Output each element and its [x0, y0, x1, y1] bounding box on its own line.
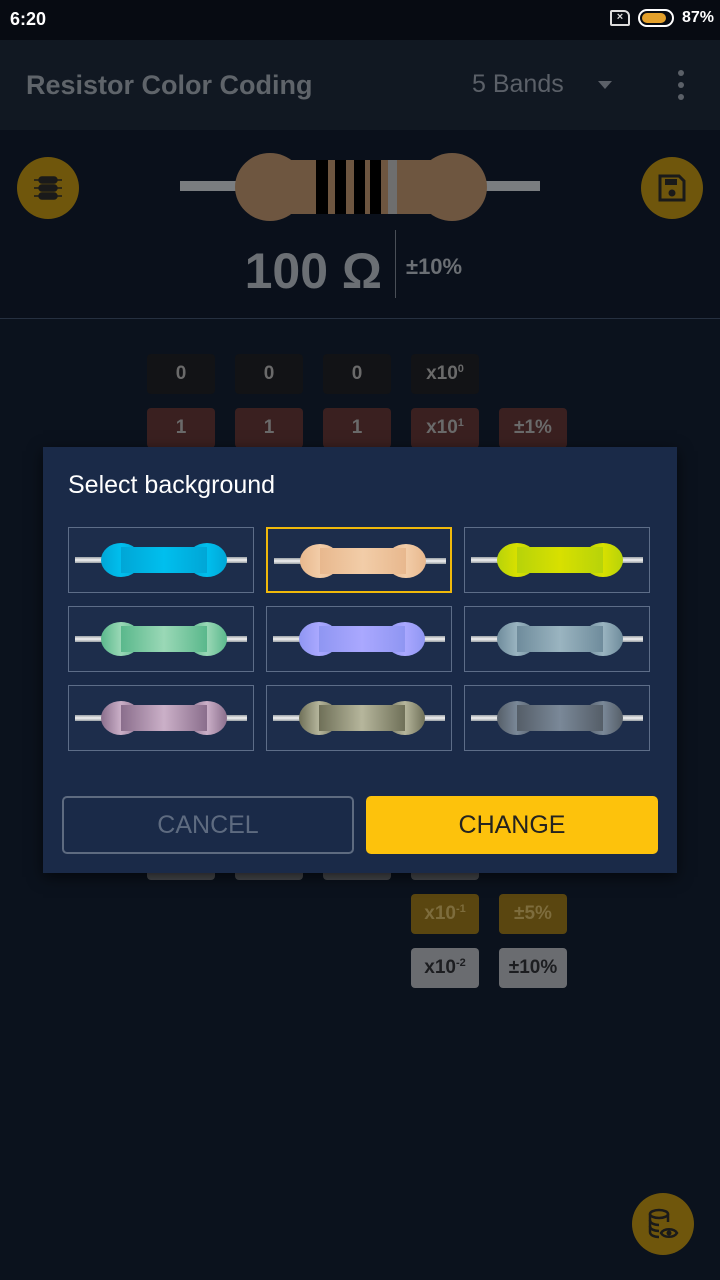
color-band-1 — [316, 160, 328, 214]
band1-chip-brown[interactable]: 1 — [147, 408, 215, 448]
tolerance-chip-gold[interactable]: ±5% — [499, 894, 567, 934]
resistance-value: 100 Ω — [244, 243, 382, 299]
saved-resistors-button[interactable] — [632, 1193, 694, 1255]
resistor-preview-icon — [75, 543, 247, 577]
background-option-steel-blue[interactable] — [464, 606, 650, 672]
multiplier-chip-gold[interactable]: x10 -1 — [411, 894, 479, 934]
battery-icon — [637, 9, 674, 27]
save-button[interactable] — [641, 157, 703, 219]
tolerance-value: ±10% — [406, 254, 463, 279]
save-icon — [658, 174, 686, 202]
value-divider — [395, 230, 396, 298]
status-bar: 6:20 × 87% — [0, 0, 720, 40]
resistor-graphic — [180, 153, 540, 221]
app-bar: Resistor Color Coding 5 Bands — [0, 40, 720, 130]
change-button[interactable]: CHANGE — [366, 796, 658, 854]
tolerance-chip-brown[interactable]: ±1% — [499, 408, 567, 448]
background-option-blue[interactable] — [68, 527, 254, 593]
more-vert-icon[interactable] — [672, 70, 690, 100]
color-band-2 — [335, 160, 346, 214]
database-eye-icon — [648, 1208, 679, 1239]
multiplier-chip-black[interactable]: x10 0 — [411, 354, 479, 394]
value-row: 100 Ω ±10% — [0, 230, 720, 300]
battery-percent: 87% — [681, 9, 714, 26]
resistor-list-icon — [34, 176, 62, 200]
background-option-lime[interactable] — [464, 527, 650, 593]
band-count-dropdown[interactable]: 5 Bands — [472, 70, 612, 99]
background-option-khaki[interactable] — [266, 685, 452, 751]
color-band-4 — [370, 160, 381, 214]
resistor-preview-icon — [471, 701, 643, 735]
resistor-preview-icon — [273, 701, 445, 735]
resistor-preview-icon — [75, 701, 247, 735]
resistor-preview-icon — [471, 543, 643, 577]
select-background-dialog: Select background CANCEL CHANGE — [43, 447, 677, 873]
resistor-preview-icon — [273, 622, 445, 656]
resistor-preview-icon — [471, 622, 643, 656]
band3-chip-brown[interactable]: 1 — [323, 408, 391, 448]
band2-chip-brown[interactable]: 1 — [235, 408, 303, 448]
multiplier-chip-brown[interactable]: x10 1 — [411, 408, 479, 448]
dropdown-caret-icon — [597, 80, 612, 89]
band1-chip-black[interactable]: 0 — [147, 354, 215, 394]
tolerance-chip-silver[interactable]: ±10% — [499, 948, 567, 988]
band-count-value: 5 Bands — [472, 70, 564, 98]
background-option-slate[interactable] — [464, 685, 650, 751]
status-time: 6:20 — [10, 9, 47, 29]
background-option-mauve[interactable] — [68, 685, 254, 751]
dialog-title: Select background — [68, 471, 276, 499]
background-option-lavender[interactable] — [266, 606, 452, 672]
resistor-preview-icon — [274, 544, 446, 578]
cancel-button[interactable]: CANCEL — [62, 796, 354, 854]
background-option-beige[interactable] — [266, 527, 452, 593]
sim-x-icon: × — [609, 10, 630, 26]
battery-fill — [641, 13, 667, 23]
background-option-green[interactable] — [68, 606, 254, 672]
resistor-preview-icon — [75, 622, 247, 656]
band3-chip-black[interactable]: 0 — [323, 354, 391, 394]
multiplier-chip-silver[interactable]: x10 -2 — [411, 948, 479, 988]
status-icons: × 87% — [609, 9, 714, 27]
band2-chip-black[interactable]: 0 — [235, 354, 303, 394]
resistor-list-button[interactable] — [17, 157, 79, 219]
color-band-5 — [388, 160, 397, 214]
app-title: Resistor Color Coding — [26, 70, 313, 100]
resistor-header: 100 Ω ±10% — [0, 130, 720, 319]
color-band-3 — [354, 160, 365, 214]
